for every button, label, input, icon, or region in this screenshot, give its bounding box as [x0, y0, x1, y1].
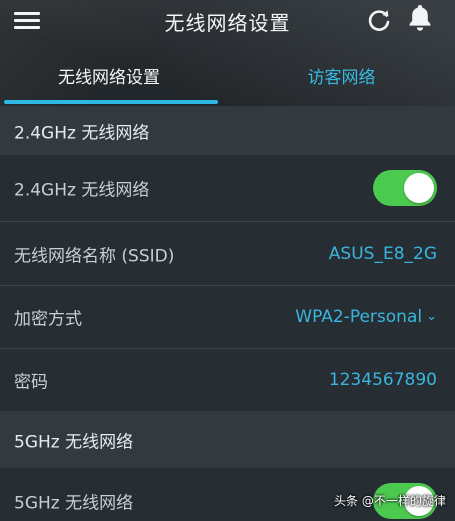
encryption-label: 加密方式: [14, 309, 82, 330]
section-header-24ghz: 2.4GHz 无线网络: [0, 106, 455, 155]
row-24ghz-toggle: 2.4GHz 无线网络: [0, 155, 455, 221]
encryption-value: WPA2-Personal: [295, 307, 423, 327]
password-value[interactable]: 1234567890: [329, 370, 437, 390]
row-label-5ghz: 5GHz 无线网络: [14, 493, 134, 514]
row-password[interactable]: 密码 1234567890: [0, 349, 455, 411]
row-ssid[interactable]: 无线网络名称 (SSID) ASUS_E8_2G: [0, 222, 455, 285]
section-title-5ghz: 5GHz 无线网络: [14, 432, 134, 452]
tab-bar: 无线网络设置 访客网络: [0, 58, 455, 106]
toggle-knob: [404, 173, 434, 203]
watermark: 头条 @不一样的旋律: [334, 494, 446, 508]
encryption-select[interactable]: WPA2-Personal ⌄: [295, 307, 437, 327]
refresh-icon[interactable]: [365, 6, 393, 34]
section-title-24ghz: 2.4GHz 无线网络: [14, 123, 150, 143]
top-bar: 无线网络设置 无线网络设置 访客网络: [0, 0, 455, 106]
wireless-settings-screen: 无线网络设置 无线网络设置 访客网络 2.4GHz 无线网络 2.4GHz 无线…: [0, 0, 455, 521]
row-label-24ghz: 2.4GHz 无线网络: [14, 180, 150, 201]
tab-guest-network[interactable]: 访客网络: [228, 58, 455, 98]
ssid-value[interactable]: ASUS_E8_2G: [329, 244, 437, 264]
password-label: 密码: [14, 372, 48, 393]
tab-wireless-settings[interactable]: 无线网络设置: [0, 58, 218, 98]
row-encryption[interactable]: 加密方式 WPA2-Personal ⌄: [0, 286, 455, 348]
active-tab-indicator: [4, 100, 218, 104]
notification-bell-icon[interactable]: [404, 2, 436, 34]
section-header-5ghz: 5GHz 无线网络: [0, 411, 455, 468]
ssid-label: 无线网络名称 (SSID): [14, 246, 175, 266]
chevron-down-icon: ⌄: [426, 309, 437, 324]
toggle-24ghz[interactable]: [373, 170, 437, 206]
